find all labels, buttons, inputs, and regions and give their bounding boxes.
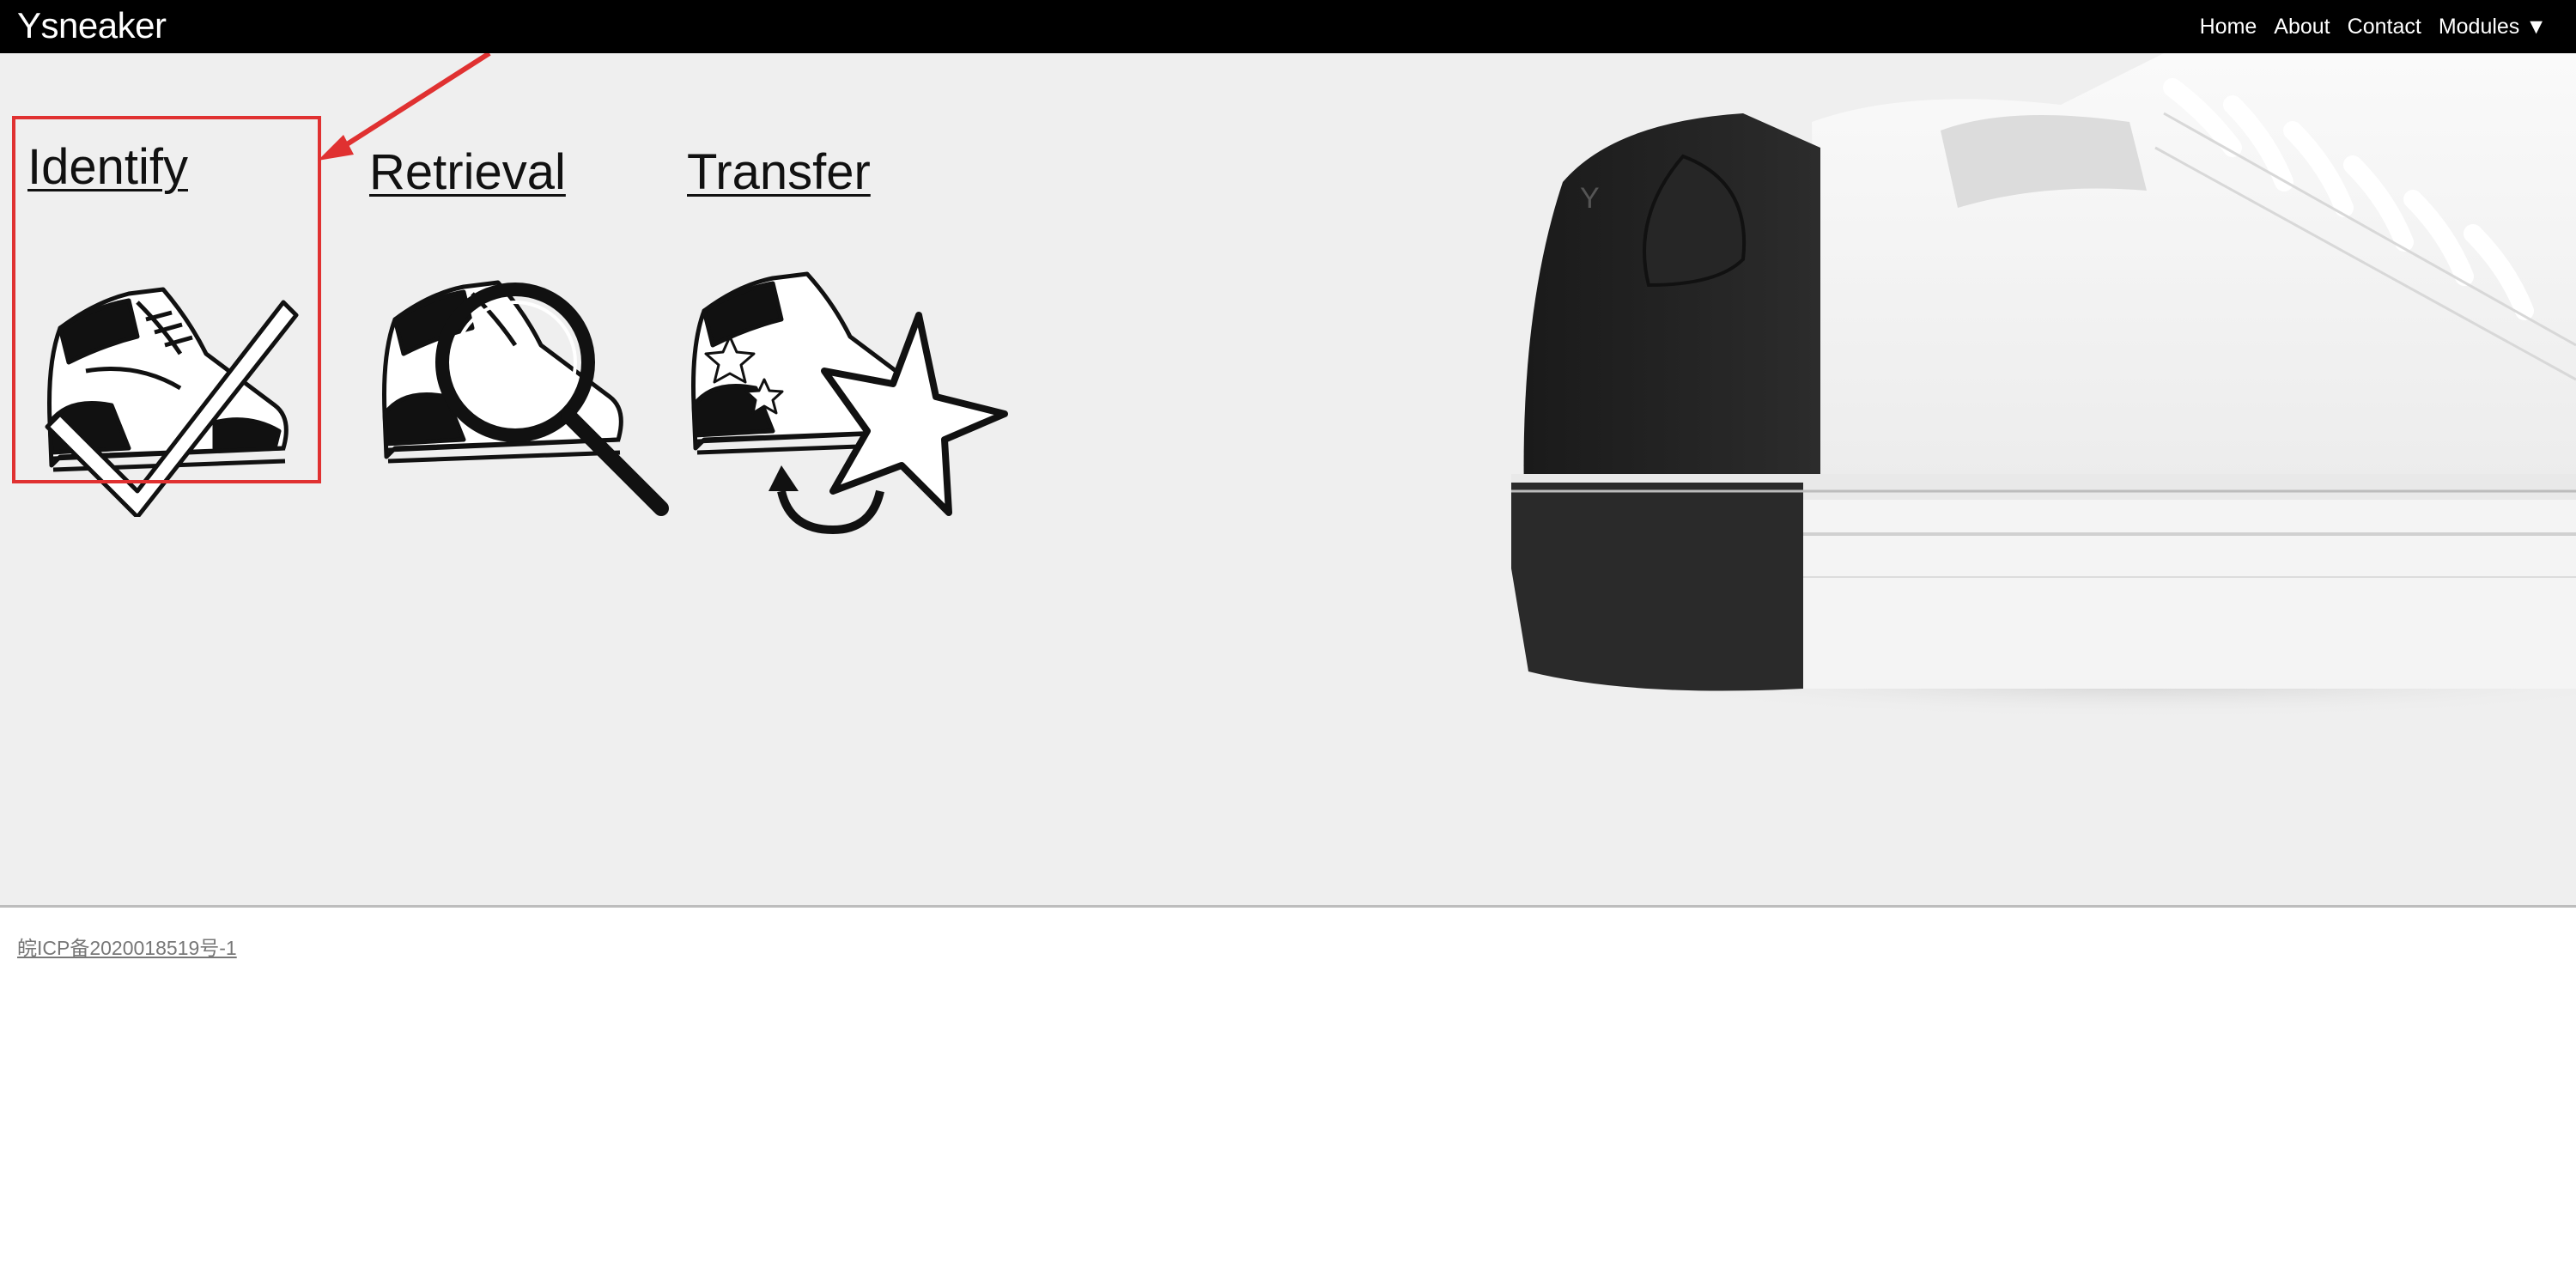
icp-license-link[interactable]: 皖ICP备2020018519号-1 xyxy=(17,932,237,961)
hero-divider xyxy=(0,905,2576,908)
sneaker-hero-image: Y xyxy=(1511,53,2576,719)
module-title-transfer[interactable]: Transfer xyxy=(687,143,871,203)
svg-text:Y: Y xyxy=(1580,182,1600,215)
sneaker-star-transfer-icon[interactable] xyxy=(687,234,1013,534)
nav-contact[interactable]: Contact xyxy=(2348,15,2421,39)
hero-section: Y Identify Retrieval Transfer xyxy=(0,53,2576,907)
nav-modules-dropdown[interactable]: Modules ▼ xyxy=(2439,15,2547,39)
navbar: Ysneaker Home About Contact Modules ▼ xyxy=(0,0,2576,53)
nav-links: Home About Contact Modules ▼ xyxy=(2183,0,2547,53)
highlight-box xyxy=(12,116,321,483)
sneaker-magnifier-icon[interactable] xyxy=(369,234,678,526)
annotation-arrow-icon xyxy=(318,53,491,161)
nav-about[interactable]: About xyxy=(2274,15,2330,39)
nav-home[interactable]: Home xyxy=(2200,15,2257,39)
brand-logo[interactable]: Ysneaker xyxy=(17,2,167,50)
